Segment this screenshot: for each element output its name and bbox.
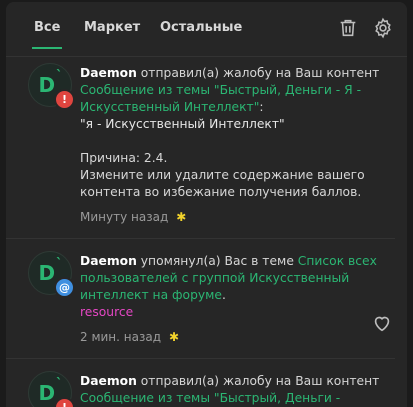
notification-content: Daemon отправил(а) жалобу на Ваш контент…	[80, 373, 380, 407]
avatar-letter: D	[38, 73, 56, 97]
notification-content: Daemon отправил(а) жалобу на Ваш контент…	[80, 65, 380, 226]
avatar[interactable]: D` !	[28, 371, 75, 407]
trash-icon[interactable]	[337, 17, 359, 39]
link-suffix: .	[222, 288, 226, 302]
notification-meta: 2 мин. назад ✱	[80, 329, 380, 346]
user-link[interactable]: Daemon	[80, 374, 137, 388]
notification-meta: Минуту назад ✱	[80, 209, 380, 226]
tab-bar: Все Маркет Остальные	[6, 2, 407, 57]
avatar[interactable]: D ` @	[28, 251, 75, 298]
alert-badge-icon: !	[54, 397, 75, 407]
notification-item[interactable]: D ` @ Daemon упомянул(а) Вас в теме Списо…	[6, 239, 407, 359]
notification-feed: D ` ! Daemon отправил(а) жалобу на Ваш ко…	[6, 57, 407, 407]
notification-item[interactable]: D` ! Daemon отправил(а) жалобу на Ваш ко…	[6, 359, 407, 407]
tab-other[interactable]: Остальные	[158, 20, 244, 47]
timestamp: Минуту назад	[80, 210, 169, 224]
alert-badge-icon: !	[54, 89, 75, 110]
detail-text: Измените или удалите содержание вашего к…	[80, 168, 365, 199]
gear-icon[interactable]	[372, 17, 394, 39]
avatar[interactable]: D` !	[28, 63, 75, 110]
user-link[interactable]: Daemon	[80, 254, 137, 268]
action-text: отправил(а) жалобу на Ваш контент	[136, 374, 380, 388]
action-text: отправил(а) жалобу на Ваш контент	[136, 66, 380, 80]
star-icon: ✱	[176, 210, 187, 224]
user-link[interactable]: Daemon	[80, 66, 137, 80]
resource-tag[interactable]: resource	[80, 305, 133, 319]
timestamp: 2 мин. назад	[80, 330, 162, 344]
star-icon: ✱	[169, 330, 180, 344]
mention-badge-icon: @	[54, 277, 75, 298]
tab-market[interactable]: Маркет	[82, 20, 142, 47]
avatar-letter: D	[38, 381, 56, 405]
tab-all[interactable]: Все	[32, 20, 63, 49]
reason-text: Причина: 2.4.	[80, 151, 168, 165]
quoted-content: "я - Искусственный Интеллект"	[80, 117, 285, 131]
notification-content: Daemon упомянул(а) Вас в теме Список все…	[80, 253, 380, 346]
content-link[interactable]: Сообщение из темы "Быстрый, Деньги - Я -…	[80, 83, 361, 114]
heart-icon[interactable]	[371, 312, 393, 334]
avatar-letter: D	[38, 261, 56, 285]
notification-item[interactable]: D` ! Daemon отправил(а) жалобу на Ваш ко…	[6, 57, 407, 239]
link-suffix: :	[259, 100, 264, 114]
action-text: упомянул(а) Вас в теме	[136, 254, 298, 268]
notifications-panel: Все Маркет Остальные D ` ! Daemon отправи…	[6, 2, 407, 407]
content-link[interactable]: Сообщение из темы "Быстрый, Деньги - Иск…	[80, 391, 345, 407]
